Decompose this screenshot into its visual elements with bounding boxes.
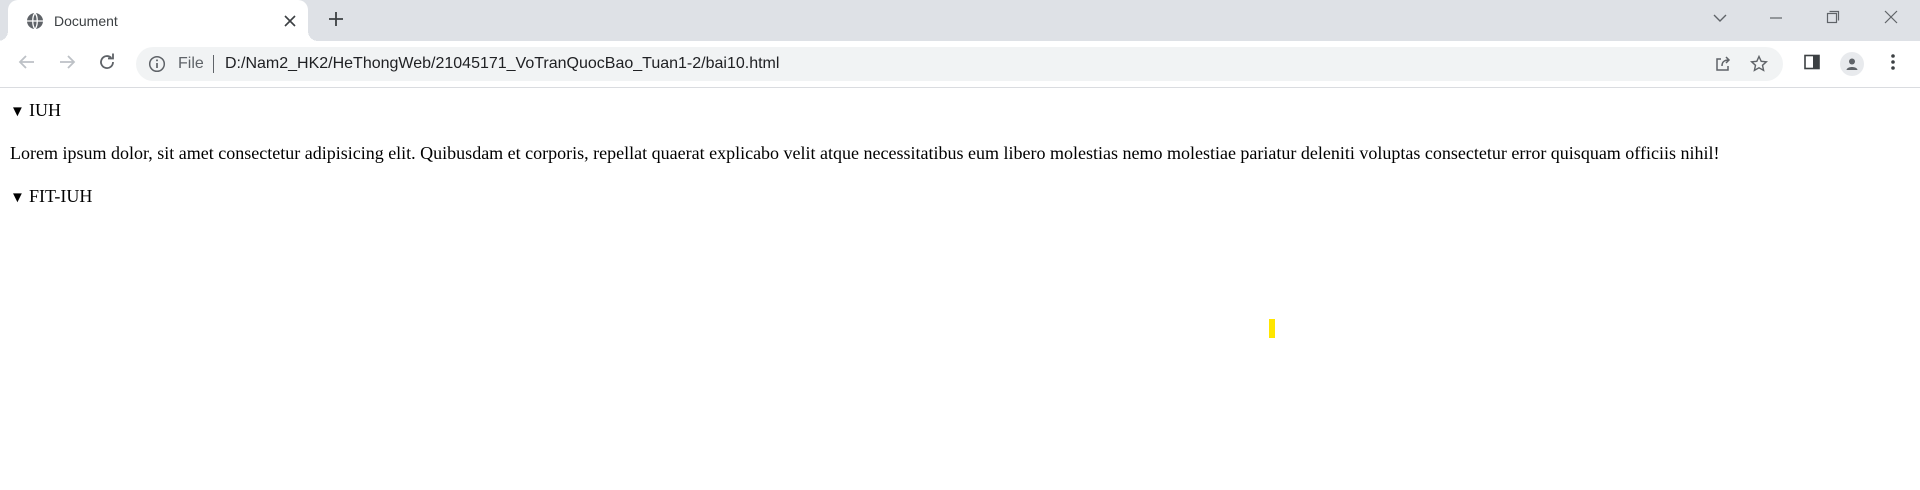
- summary-label: IUH: [29, 100, 61, 120]
- details-summary-iuh[interactable]: ▼ IUH: [10, 99, 61, 123]
- tab-strip: Document: [0, 0, 1920, 41]
- tab-title: Document: [54, 13, 118, 29]
- more-vert-icon: [1890, 53, 1896, 76]
- profile-button[interactable]: [1837, 49, 1867, 79]
- info-icon[interactable]: [148, 55, 166, 73]
- globe-icon: [26, 12, 44, 30]
- text-cursor-highlight: [1269, 319, 1275, 338]
- side-panel-icon: [1803, 53, 1821, 76]
- window-close-button[interactable]: [1874, 4, 1908, 34]
- restore-button[interactable]: [1816, 4, 1850, 34]
- chevron-down-icon: [1713, 10, 1727, 28]
- lorem-paragraph: Lorem ipsum dolor, sit amet consectetur …: [10, 143, 1720, 163]
- page-content: ▼ IUH Lorem ipsum dolor, sit amet consect…: [0, 89, 1920, 490]
- forward-button[interactable]: [52, 49, 82, 79]
- star-icon[interactable]: [1746, 51, 1772, 77]
- share-icon[interactable]: [1710, 51, 1736, 77]
- new-tab-button[interactable]: [322, 9, 350, 33]
- side-panel-button[interactable]: [1797, 49, 1827, 79]
- back-button[interactable]: [12, 49, 42, 79]
- reload-icon: [98, 53, 116, 76]
- menu-button[interactable]: [1878, 49, 1908, 79]
- browser-toolbar: File D:/Nam2_HK2/HeThongWeb/21045171_VoT…: [0, 41, 1920, 88]
- plus-icon: [328, 11, 344, 32]
- arrow-right-icon: [58, 53, 76, 76]
- disclosure-triangle-icon: ▼: [10, 190, 25, 206]
- disclosure-triangle-icon: ▼: [10, 104, 25, 120]
- address-bar[interactable]: File D:/Nam2_HK2/HeThongWeb/21045171_VoT…: [136, 47, 1783, 81]
- restore-icon: [1826, 10, 1840, 29]
- person-icon: [1840, 52, 1864, 76]
- minimize-icon: [1769, 10, 1783, 28]
- omnibox-divider: [213, 55, 214, 73]
- url-text[interactable]: D:/Nam2_HK2/HeThongWeb/21045171_VoTranQu…: [225, 55, 779, 73]
- reload-button[interactable]: [92, 49, 122, 79]
- tab-search-button[interactable]: [1703, 4, 1737, 34]
- details-summary-fit-iuh[interactable]: ▼ FIT-IUH: [10, 185, 92, 209]
- arrow-left-icon: [18, 53, 36, 76]
- browser-tab[interactable]: Document: [0, 0, 318, 41]
- minimize-button[interactable]: [1759, 4, 1793, 34]
- close-icon: [1884, 10, 1898, 29]
- close-icon[interactable]: [280, 11, 300, 31]
- summary-label: FIT-IUH: [29, 186, 93, 206]
- scheme-label: File: [178, 55, 204, 72]
